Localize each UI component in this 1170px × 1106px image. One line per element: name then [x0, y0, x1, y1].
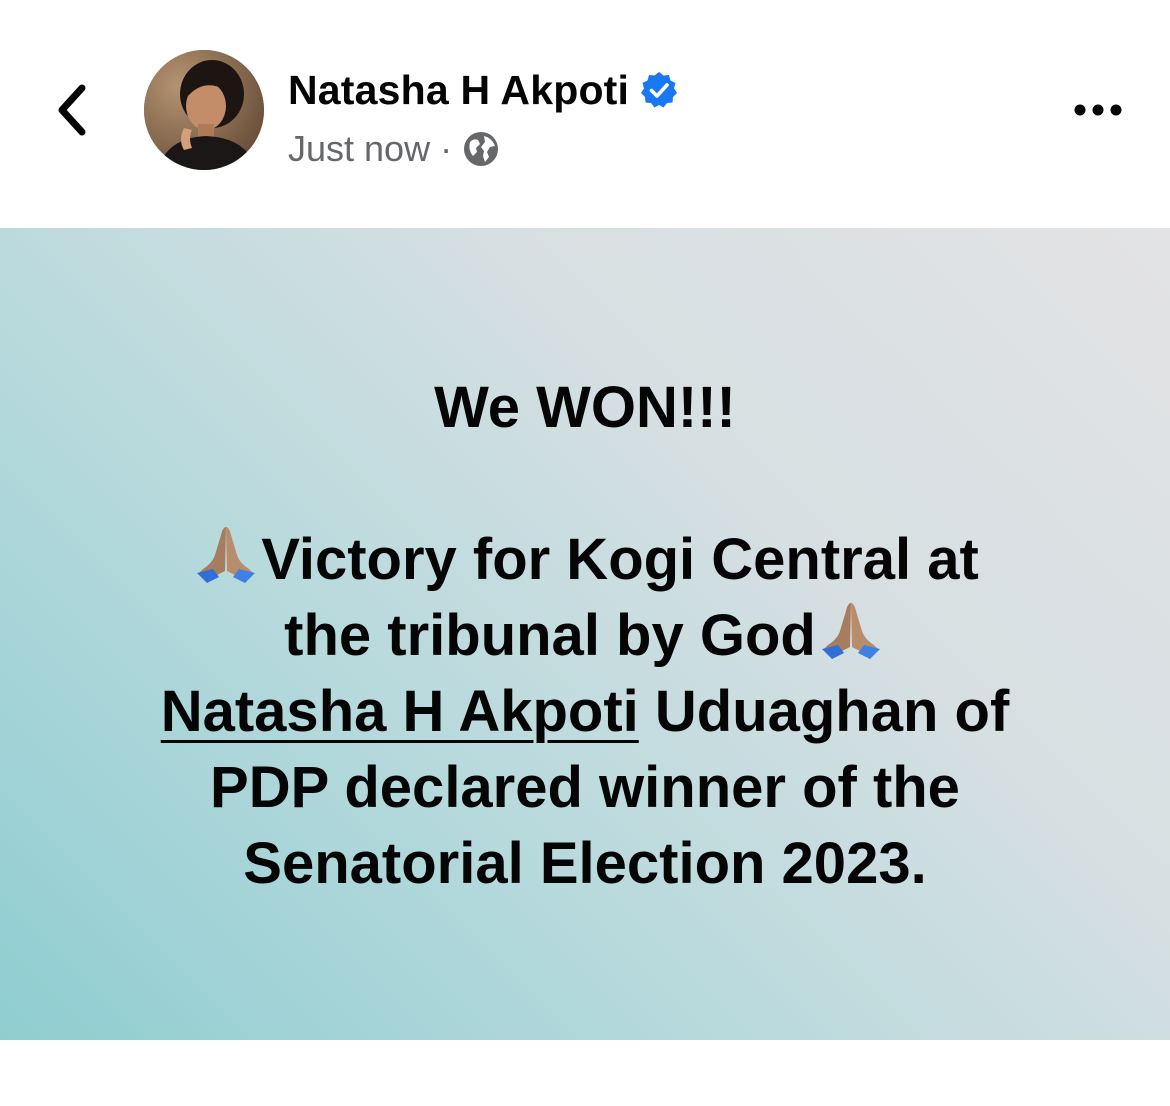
- post-line-5: Senatorial Election 2023.: [243, 831, 927, 896]
- post-meta: Just now ·: [288, 126, 500, 172]
- post-line-2: the tribunal by God: [0, 598, 1170, 674]
- post-background-card: We WON!!! Victory for Kogi Central at th…: [0, 228, 1170, 1040]
- chevron-left-icon: [58, 84, 86, 136]
- post-line-1: Victory for Kogi Central at: [0, 522, 1170, 598]
- verified-badge-icon: [641, 72, 678, 108]
- post-line-2-text: the tribunal by God: [284, 603, 816, 668]
- author-name[interactable]: Natasha H Akpoti: [288, 67, 629, 114]
- more-options-button[interactable]: [1068, 92, 1128, 128]
- post-headline: We WON!!!: [434, 375, 736, 440]
- meta-separator: ·: [440, 128, 453, 169]
- avatar[interactable]: [144, 50, 264, 170]
- back-button[interactable]: [48, 80, 100, 140]
- post-line-3-text: Uduaghan of: [638, 679, 1010, 744]
- author-row: Natasha H Akpoti: [288, 62, 679, 118]
- globe-icon[interactable]: [462, 130, 500, 168]
- post-footer: [0, 1040, 1170, 1106]
- post-line-3: Natasha H Akpoti Uduaghan of: [0, 674, 1170, 750]
- post-header: Natasha H Akpoti Just now ·: [0, 0, 1170, 228]
- mention-link[interactable]: Natasha H Akpoti: [161, 679, 639, 744]
- post-line-4: PDP declared winner of the: [210, 755, 960, 820]
- author-photo: [144, 50, 264, 170]
- folded-hands-icon: [821, 603, 880, 659]
- post-line-1-text: Victory for Kogi Central at: [261, 527, 979, 592]
- post-text: We WON!!! Victory for Kogi Central at th…: [0, 370, 1170, 902]
- folded-hands-icon: [197, 527, 256, 583]
- more-horizontal-icon: [1074, 104, 1122, 116]
- timestamp[interactable]: Just now: [288, 128, 430, 170]
